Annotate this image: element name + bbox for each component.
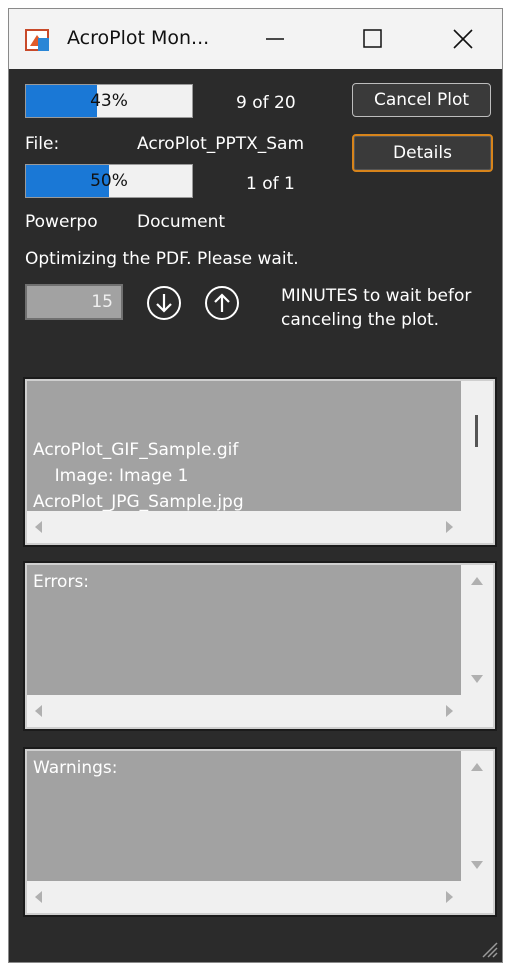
errors-panel[interactable]: Errors: [23, 561, 497, 731]
window-title: AcroPlot Mon... [67, 27, 210, 49]
scroll-up-arrow-icon[interactable] [471, 577, 483, 585]
overall-progress-count: 9 of 20 [236, 93, 296, 113]
file-progress-bar: 50% [25, 164, 193, 198]
log-line: AcroPlot_GIF_Sample.gif [33, 440, 239, 460]
minimize-icon [266, 38, 284, 40]
log-scroll-thumb[interactable] [475, 415, 478, 447]
log-list-panel[interactable]: AcroPlot_GIF_Sample.gif Image: Image 1 Ac… [23, 377, 497, 547]
minimize-button[interactable] [253, 21, 297, 57]
file-label: File: [25, 134, 60, 154]
log-lines: AcroPlot_GIF_Sample.gif Image: Image 1 Ac… [33, 437, 453, 513]
log-vertical-scrollbar[interactable] [461, 381, 493, 511]
wait-minutes-input[interactable]: 15 [25, 284, 123, 320]
file-progress-text: 50% [90, 171, 128, 191]
log-list: AcroPlot_GIF_Sample.gif Image: Image 1 Ac… [33, 385, 453, 513]
warnings-horizontal-scrollbar[interactable] [27, 881, 493, 913]
file-name: AcroPlot_PPTX_Sam [137, 134, 305, 154]
scroll-left-arrow-icon[interactable] [35, 891, 42, 903]
acroplot-monitor-window: AcroPlot Mon... 43% 9 of 20 Cancel Plot … [8, 8, 503, 963]
warnings-panel[interactable]: Warnings: [23, 747, 497, 917]
warnings-vertical-scrollbar[interactable] [461, 751, 493, 881]
errors-label: Errors: [33, 572, 90, 592]
wait-text-line2: canceling the plot. [281, 310, 440, 330]
scroll-left-arrow-icon[interactable] [35, 521, 42, 533]
details-button[interactable]: Details [352, 134, 493, 172]
errors-vertical-scrollbar[interactable] [461, 565, 493, 695]
status-app: Powerpo [25, 212, 98, 232]
close-icon [453, 29, 473, 49]
scroll-up-arrow-icon[interactable] [471, 763, 483, 771]
status-bar [9, 932, 502, 962]
status-type: Document [137, 212, 226, 232]
wait-text-line1: MINUTES to wait befor [281, 286, 472, 306]
status-message: Optimizing the PDF. Please wait. [25, 249, 299, 269]
cancel-plot-button[interactable]: Cancel Plot [352, 83, 491, 117]
resize-grip-icon[interactable] [478, 938, 498, 958]
file-progress-count: 1 of 1 [246, 174, 295, 194]
maximize-button[interactable] [351, 21, 395, 57]
log-line: AcroPlot_JPG_Sample.jpg [33, 492, 244, 512]
maximize-icon [363, 29, 382, 48]
arrow-down-circle-icon[interactable] [145, 284, 183, 322]
errors-horizontal-scrollbar[interactable] [27, 695, 493, 727]
title-bar[interactable]: AcroPlot Mon... [9, 9, 502, 69]
warnings-label: Warnings: [33, 758, 118, 778]
scroll-right-arrow-icon[interactable] [446, 705, 453, 717]
scroll-left-arrow-icon[interactable] [35, 705, 42, 717]
overall-progress-bar: 43% [25, 84, 193, 118]
close-button[interactable] [441, 21, 485, 57]
overall-progress-text: 43% [90, 91, 128, 111]
scroll-down-arrow-icon[interactable] [471, 861, 483, 869]
scroll-right-arrow-icon[interactable] [446, 521, 453, 533]
acroplot-app-icon [25, 29, 49, 51]
log-line: Image: Image 1 [33, 466, 189, 486]
arrow-up-circle-icon[interactable] [203, 284, 241, 322]
scroll-down-arrow-icon[interactable] [471, 675, 483, 683]
log-horizontal-scrollbar[interactable] [27, 511, 493, 543]
scroll-right-arrow-icon[interactable] [446, 891, 453, 903]
